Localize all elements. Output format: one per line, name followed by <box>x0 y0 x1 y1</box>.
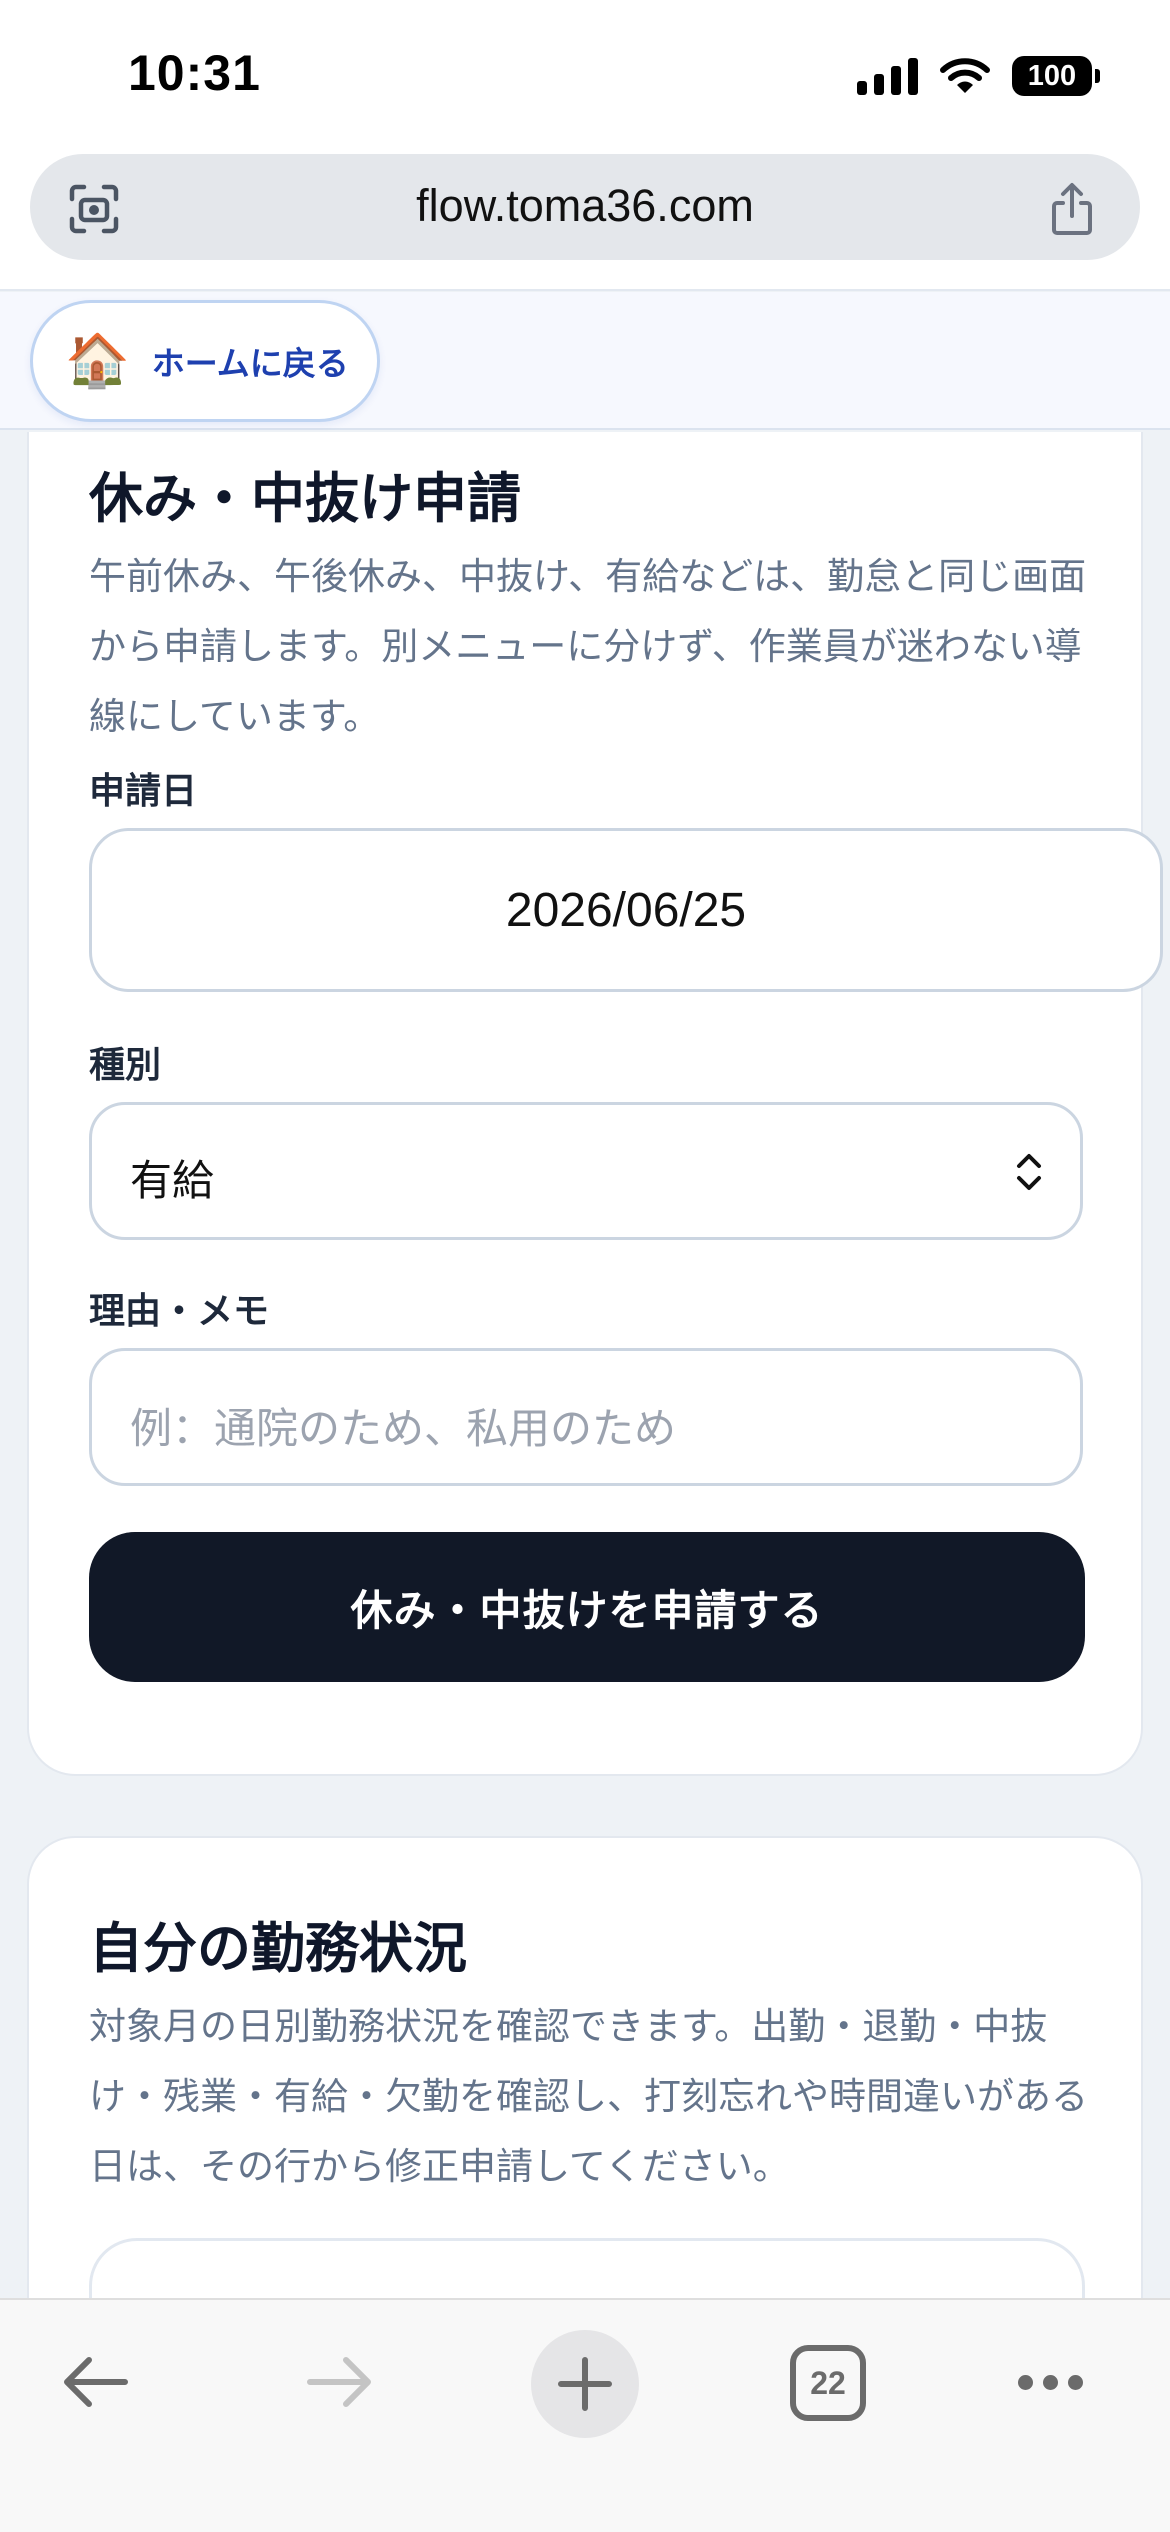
work-status-table <box>89 2238 1085 2298</box>
leave-request-title: 休み・中抜け申請 <box>89 467 521 530</box>
status-time: 10:31 <box>128 45 261 101</box>
leave-request-description: 午前休み、午後休み、中抜け、有給などは、勤怠と同じ画面から申請します。別メニュー… <box>89 555 1087 738</box>
work-status-title: 自分の勤務状況 <box>89 1917 467 1980</box>
new-tab-button[interactable] <box>531 2330 639 2438</box>
status-bar: 10:31 100 <box>0 0 1170 150</box>
share-icon[interactable] <box>1044 181 1100 237</box>
url-text: flow.toma36.com <box>416 180 754 231</box>
cellular-signal-icon <box>857 57 918 95</box>
type-select-value: 有給 <box>130 1156 215 1205</box>
chevron-up-down-icon <box>1017 1154 1041 1190</box>
forward-button[interactable] <box>295 2330 385 2434</box>
plus-icon <box>558 2357 612 2411</box>
date-value: 2026/06/25 <box>505 884 747 937</box>
back-arrow-icon <box>64 2357 128 2407</box>
submit-leave-label: 休み・中抜けを申請する <box>350 1585 824 1635</box>
back-button[interactable] <box>50 2330 140 2434</box>
battery-level: 100 <box>1027 59 1077 92</box>
leave-request-card: 休み・中抜け申請 午前休み、午後休み、中抜け、有給などは、勤怠と同じ画面から申請… <box>27 432 1163 1776</box>
browser-toolbar: 22 <box>0 2298 1170 2532</box>
date-label: 申請日 <box>89 771 198 812</box>
work-status-description: 対象月の日別勤務状況を確認できます。出勤・退勤・中抜け・残業・有給・欠勤を確認し… <box>89 2005 1088 2188</box>
status-icons: 100 <box>857 56 1100 96</box>
home-button[interactable]: 🏠 ホームに戻る <box>30 300 380 422</box>
date-input[interactable]: 2026/06/25 <box>89 828 1163 992</box>
url-bar[interactable]: flow.toma36.com <box>30 154 1140 260</box>
memo-label: 理由・メモ <box>89 1291 270 1332</box>
app-screen: 10:31 100 flow.toma36.com 🏠 ホームに戻る 休み・中抜… <box>0 0 1170 2532</box>
home-button-label: ホームに戻る <box>151 344 349 383</box>
wifi-icon <box>940 58 990 93</box>
memo-placeholder: 例：通院のため、私用のため <box>130 1404 677 1453</box>
battery-icon: 100 <box>1012 56 1100 96</box>
forward-arrow-icon <box>307 2357 371 2407</box>
submit-leave-button[interactable]: 休み・中抜けを申請する <box>89 1532 1085 1682</box>
house-icon: 🏠 <box>65 331 130 391</box>
home-strip: 🏠 ホームに戻る <box>0 292 1170 430</box>
browser-url-area: flow.toma36.com <box>0 150 1170 291</box>
type-label: 種別 <box>89 1045 162 1086</box>
memo-input[interactable]: 例：通院のため、私用のため <box>89 1348 1083 1486</box>
type-select[interactable]: 有給 <box>89 1102 1083 1240</box>
work-status-card: 自分の勤務状況 対象月の日別勤務状況を確認できます。出勤・退勤・中抜け・残業・有… <box>27 1836 1143 2298</box>
main-content[interactable]: 休み・中抜け申請 午前休み、午後休み、中抜け、有給などは、勤怠と同じ画面から申請… <box>0 432 1170 2298</box>
more-icon[interactable] <box>1010 2330 1090 2434</box>
tabs-button[interactable]: 22 <box>790 2345 866 2421</box>
tabs-count: 22 <box>810 2364 846 2401</box>
